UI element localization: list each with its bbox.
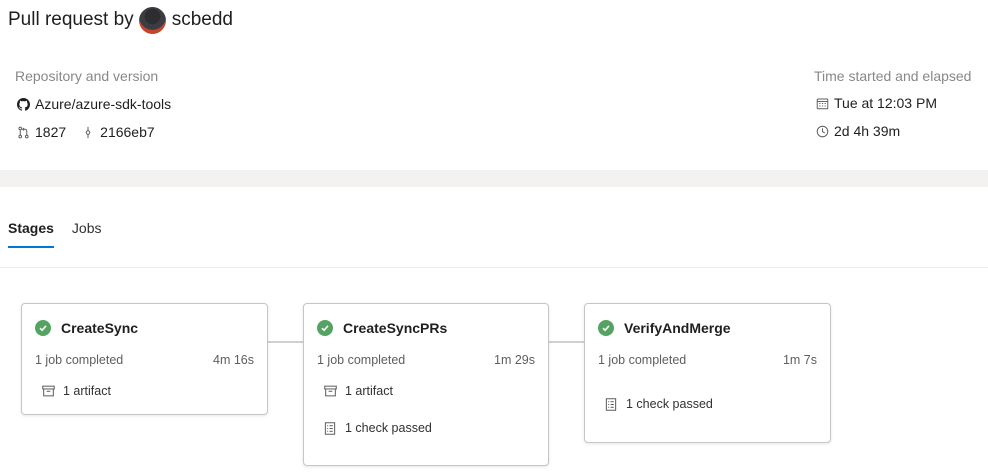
page-title: Pull request by scbedd: [8, 6, 233, 34]
pr-number[interactable]: 1827: [35, 122, 66, 142]
stage-title: CreateSync: [35, 318, 138, 338]
run-summary: Pull request by scbedd Repository and ve…: [0, 0, 988, 170]
stage-artifacts[interactable]: 1 artifact: [41, 384, 111, 398]
checklist-icon: [604, 397, 618, 411]
stage-artifacts[interactable]: 1 artifact: [323, 384, 393, 398]
stage-name: VerifyAndMerge: [624, 320, 731, 336]
artifact-count: 1 artifact: [63, 384, 111, 398]
version-row: 1827 2166eb7: [15, 122, 171, 142]
stage-connector: [267, 341, 304, 343]
checks-status: 1 check passed: [626, 397, 713, 411]
started-row: Tue at 12:03 PM: [814, 93, 971, 113]
author-name[interactable]: scbedd: [172, 9, 233, 31]
success-check-icon: [598, 320, 614, 336]
artifact-icon: [323, 384, 337, 398]
view-tabs: Stages Jobs: [8, 212, 120, 248]
stage-duration: 1m 29s: [494, 353, 535, 367]
tab-stages[interactable]: Stages: [8, 212, 54, 248]
timing-section: Time started and elapsed Tue at 12:03 PM…: [814, 66, 971, 141]
success-check-icon: [317, 320, 333, 336]
repository-name: Azure/azure-sdk-tools: [35, 96, 172, 112]
stage-card-verifyandmerge[interactable]: VerifyAndMerge 1 job completed 1m 7s 1 c…: [584, 303, 831, 443]
stage-title: VerifyAndMerge: [598, 318, 731, 338]
tabs-divider: [0, 267, 988, 268]
commit-id[interactable]: 2166eb7: [100, 122, 155, 142]
repository-section: Repository and version Azure/azure-sdk-t…: [15, 66, 171, 142]
stage-connector: [548, 341, 585, 343]
avatar[interactable]: [138, 6, 166, 34]
clock-icon: [814, 123, 830, 139]
title-prefix: Pull request by: [8, 9, 134, 30]
commit-icon: [80, 124, 96, 140]
repository-link[interactable]: Azure/azure-sdk-tools: [15, 94, 171, 114]
artifact-count: 1 artifact: [345, 384, 393, 398]
stage-duration: 4m 16s: [213, 353, 254, 367]
stage-card-createsync[interactable]: CreateSync 1 job completed 4m 16s 1 arti…: [21, 303, 268, 415]
stage-card-createsyncprs[interactable]: CreateSyncPRs 1 job completed 1m 29s 1 a…: [303, 303, 549, 466]
stage-status: 1 job completed: [317, 353, 406, 367]
stage-duration: 1m 7s: [782, 353, 817, 367]
stage-checks[interactable]: 1 check passed: [323, 421, 432, 435]
stage-name: CreateSync: [61, 320, 139, 336]
tab-jobs[interactable]: Jobs: [72, 212, 102, 248]
repository-heading: Repository and version: [15, 68, 159, 84]
checks-status: 1 check passed: [345, 421, 432, 435]
stage-status: 1 job completed: [598, 353, 687, 367]
timing-heading: Time started and elapsed: [814, 68, 972, 84]
started-time: Tue at 12:03 PM: [834, 95, 937, 111]
elapsed-row: 2d 4h 39m: [814, 121, 971, 141]
checklist-icon: [323, 421, 337, 435]
pull-request-icon: [15, 124, 31, 140]
stage-checks[interactable]: 1 check passed: [604, 397, 713, 411]
github-icon: [15, 96, 31, 112]
calendar-icon: [814, 95, 830, 111]
stage-status: 1 job completed: [35, 353, 124, 367]
success-check-icon: [35, 320, 51, 336]
section-divider: [0, 170, 988, 187]
stage-name: CreateSyncPRs: [343, 320, 448, 336]
stage-title: CreateSyncPRs: [317, 318, 447, 338]
artifact-icon: [41, 384, 55, 398]
elapsed-time: 2d 4h 39m: [834, 123, 901, 139]
